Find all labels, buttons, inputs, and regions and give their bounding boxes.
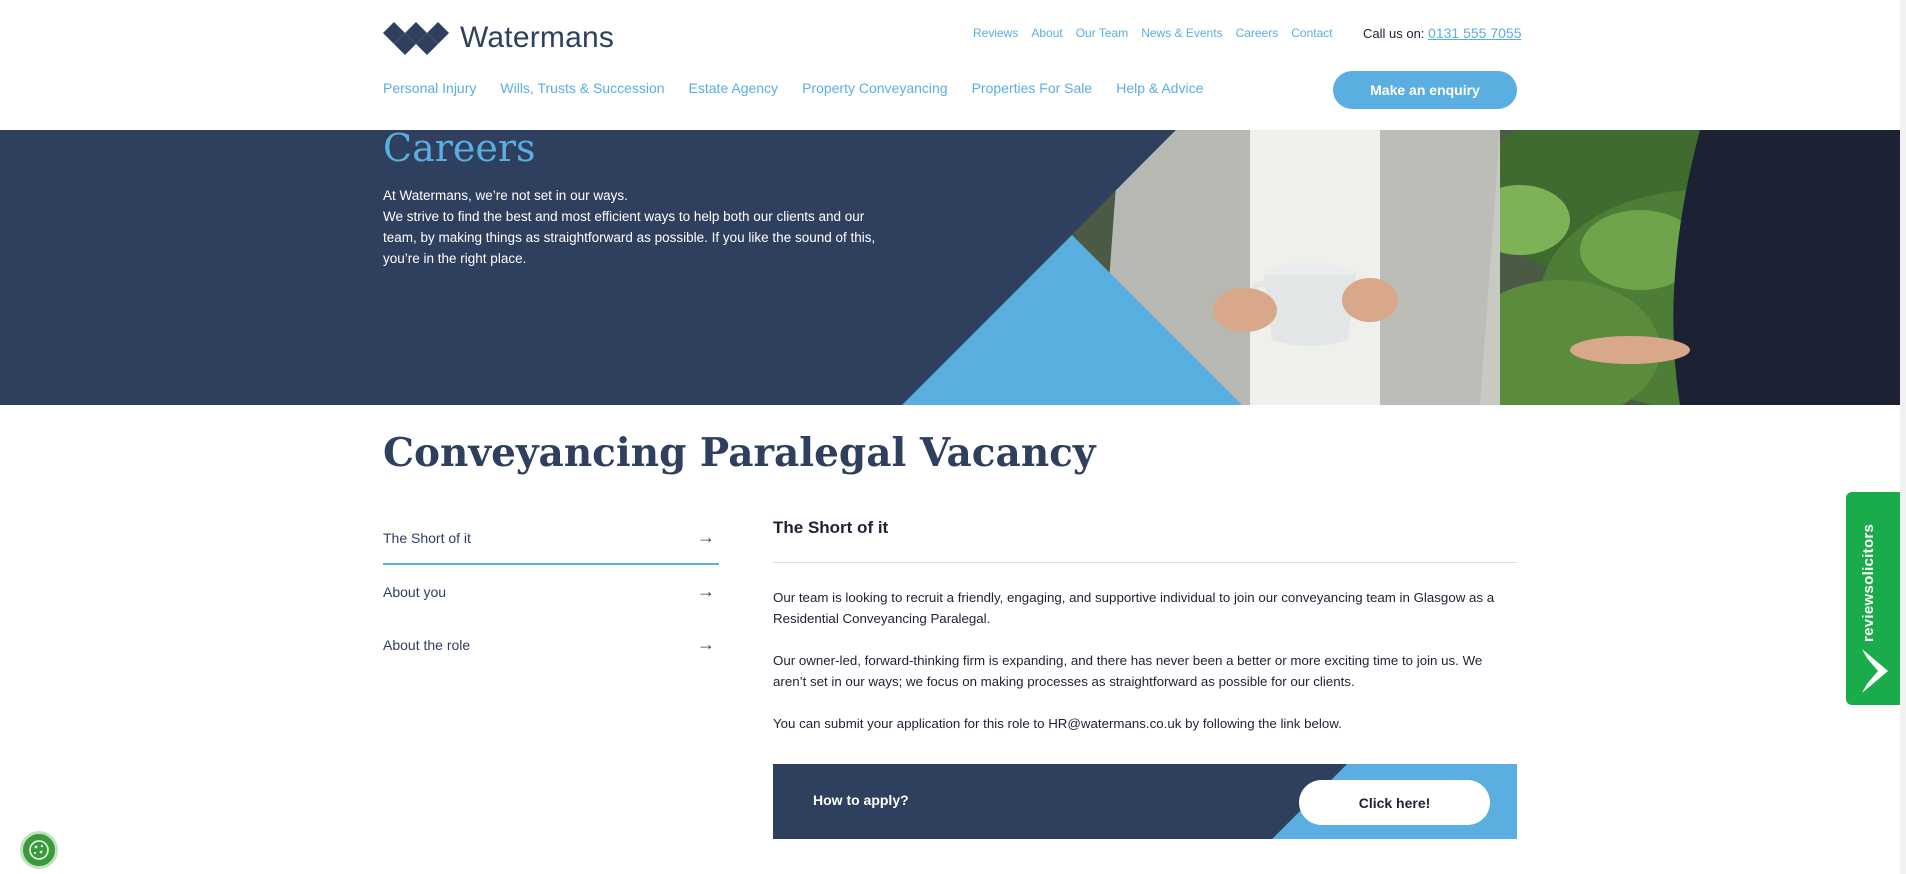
panel-heading: The Short of it: [773, 512, 1517, 563]
logo-diamonds-icon: [383, 22, 449, 55]
click-here-button[interactable]: Click here!: [1299, 780, 1490, 825]
hero-image: [902, 130, 1900, 405]
tab-label: About the role: [383, 636, 471, 653]
page-scrollbar[interactable]: [1900, 0, 1906, 874]
main-nav: Personal Injury Wills, Trusts & Successi…: [383, 80, 1227, 96]
cookie-settings-button[interactable]: [20, 831, 58, 869]
tab-panel: The Short of it Our team is looking to r…: [773, 512, 1517, 755]
top-nav-contact[interactable]: Contact: [1291, 26, 1332, 40]
hero-title: Careers: [383, 130, 536, 170]
tab-about-you[interactable]: About you →: [383, 565, 719, 618]
main-nav-estate-agency[interactable]: Estate Agency: [689, 80, 779, 96]
call-us-label: Call us on:: [1363, 26, 1425, 41]
main-nav-help-advice[interactable]: Help & Advice: [1116, 80, 1203, 96]
panel-paragraph: Our owner-led, forward-thinking firm is …: [773, 653, 1483, 689]
hero-line-1: At Watermans, we’re not set in our ways.: [383, 188, 628, 203]
hero-line-2: We strive to find the best and most effi…: [383, 209, 876, 266]
top-nav-careers[interactable]: Careers: [1236, 26, 1279, 40]
top-nav: Reviews About Our Team News & Events Car…: [973, 26, 1346, 40]
panel-body: Our team is looking to recruit a friendl…: [773, 563, 1517, 734]
phone-link[interactable]: 0131 555 7055: [1428, 25, 1521, 41]
main-nav-wills-trusts[interactable]: Wills, Trusts & Succession: [500, 80, 664, 96]
reviewsolicitors-badge[interactable]: reviewsolicitors: [1846, 492, 1902, 705]
cookie-icon: [29, 840, 49, 860]
tab-label: About you: [383, 583, 447, 600]
top-nav-our-team[interactable]: Our Team: [1076, 26, 1128, 40]
logo[interactable]: Watermans: [383, 20, 614, 56]
site-header: Watermans Reviews About Our Team News & …: [0, 0, 1906, 130]
main-nav-personal-injury[interactable]: Personal Injury: [383, 80, 476, 96]
reviewsolicitors-label: reviewsolicitors: [1860, 523, 1877, 642]
top-nav-about[interactable]: About: [1031, 26, 1062, 40]
top-nav-news-events[interactable]: News & Events: [1141, 26, 1222, 40]
hero-intro: At Watermans, we’re not set in our ways.…: [383, 185, 888, 269]
main-nav-property-conveyancing[interactable]: Property Conveyancing: [802, 80, 948, 96]
reviewsolicitors-logo-icon: [1862, 649, 1888, 693]
hero-banner: Careers At Watermans, we’re not set in o…: [0, 130, 1900, 405]
how-to-apply-box: How to apply? Click here!: [773, 764, 1517, 839]
tab-about-the-role[interactable]: About the role →: [383, 618, 719, 671]
vacancy-tabs: The Short of it → About you → About the …: [383, 512, 719, 671]
make-enquiry-button[interactable]: Make an enquiry: [1333, 71, 1517, 109]
logo-text: Watermans: [460, 21, 615, 54]
panel-paragraph: Our team is looking to recruit a friendl…: [773, 590, 1495, 626]
main-nav-properties-for-sale[interactable]: Properties For Sale: [972, 80, 1093, 96]
top-nav-reviews[interactable]: Reviews: [973, 26, 1018, 40]
arrow-right-icon: →: [697, 634, 715, 654]
how-to-apply-label: How to apply?: [813, 792, 909, 808]
tab-label: The Short of it: [383, 529, 471, 546]
page-title: Conveyancing Paralegal Vacancy: [383, 430, 1096, 476]
call-us: Call us on: 0131 555 7055: [1363, 25, 1521, 41]
arrow-right-icon: →: [697, 527, 715, 547]
panel-paragraph: You can submit your application for this…: [773, 716, 1342, 731]
arrow-right-icon: →: [697, 581, 715, 601]
tab-short-of-it[interactable]: The Short of it →: [383, 512, 719, 565]
